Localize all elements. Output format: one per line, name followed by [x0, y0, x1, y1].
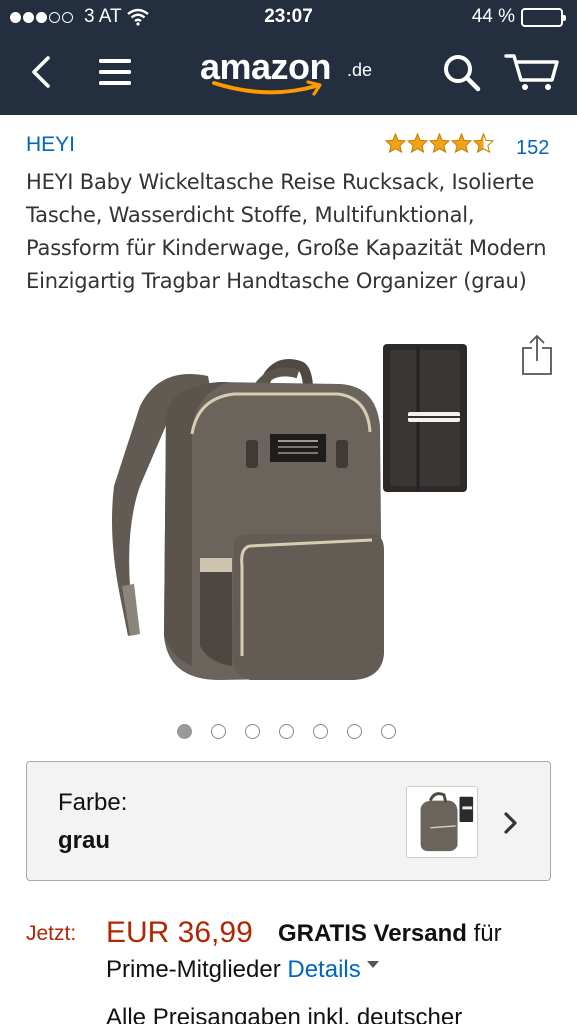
- battery-icon: [521, 7, 566, 27]
- pager-dot[interactable]: [313, 724, 328, 739]
- now-label: Jetzt:: [26, 922, 77, 945]
- product-image[interactable]: [100, 336, 480, 696]
- nav-row: amazon .de: [0, 40, 577, 106]
- variant-thumbnail: [406, 786, 478, 858]
- battery-group: 44 %: [471, 6, 566, 28]
- pager-dot[interactable]: [381, 724, 396, 739]
- pager-dot[interactable]: [245, 724, 260, 739]
- status-bar: 3 AT 23:07 44 %: [0, 6, 577, 32]
- shipping-line2: Prime-Mitglieder Details: [106, 956, 379, 984]
- search-icon[interactable]: [440, 52, 484, 92]
- star-icon: [385, 133, 406, 153]
- review-count-link[interactable]: 152: [516, 137, 549, 160]
- back-chevron-icon[interactable]: [26, 54, 56, 90]
- cart-icon[interactable]: [504, 52, 560, 92]
- star-icon: [473, 133, 494, 153]
- star-icon: [429, 133, 450, 153]
- image-pager[interactable]: [177, 724, 396, 739]
- color-variant-selector[interactable]: Farbe: grau: [26, 761, 551, 881]
- share-icon[interactable]: [521, 334, 553, 376]
- battery-percent: 44 %: [471, 6, 515, 27]
- price-amount: EUR 36,99: [106, 916, 253, 949]
- logo-smile-icon: [212, 80, 322, 96]
- tax-note: Alle Preisangaben inkl. deutscher: [106, 1004, 463, 1024]
- pager-dot[interactable]: [347, 724, 362, 739]
- pager-dot[interactable]: [279, 724, 294, 739]
- pager-dot[interactable]: [211, 724, 226, 739]
- amazon-logo[interactable]: amazon .de: [200, 46, 380, 98]
- variant-label: Farbe:: [58, 789, 128, 816]
- shipping-for: für: [466, 920, 502, 947]
- variant-value: grau: [58, 827, 111, 854]
- brand-link[interactable]: HEYI: [26, 133, 75, 157]
- star-icon: [451, 133, 472, 153]
- menu-icon[interactable]: [98, 56, 132, 88]
- shipping-info: GRATIS Versand für: [278, 920, 502, 948]
- details-link[interactable]: Details: [287, 956, 360, 983]
- star-icon: [407, 133, 428, 153]
- product-title: HEYI Baby Wickeltasche Reise Rucksack, I…: [26, 170, 547, 293]
- shipping-free: GRATIS Versand: [278, 920, 467, 947]
- star-rating[interactable]: [385, 133, 494, 153]
- chevron-right-icon: [504, 812, 517, 834]
- logo-tld: .de: [347, 60, 373, 80]
- prime-members-text: Prime-Mitglieder: [106, 956, 288, 983]
- caret-down-icon[interactable]: [366, 961, 379, 969]
- pager-dot[interactable]: [177, 724, 192, 739]
- app-header: 3 AT 23:07 44 % amazon .de: [0, 0, 577, 115]
